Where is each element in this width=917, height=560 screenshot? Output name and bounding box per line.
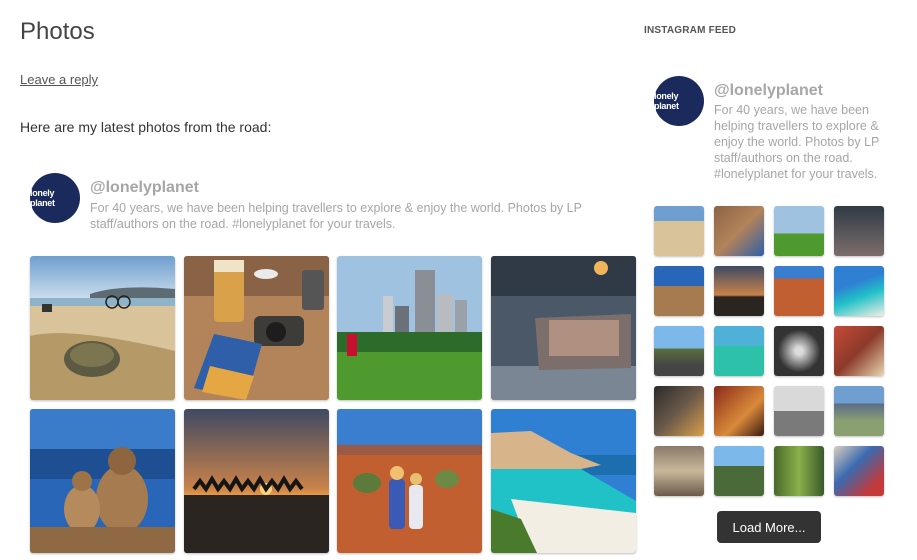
guidebook-photo <box>184 256 329 400</box>
photo-tile[interactable] <box>30 409 175 553</box>
thumb[interactable] <box>654 386 704 436</box>
photo-tile[interactable] <box>30 256 175 400</box>
photo-tile[interactable] <box>184 409 329 553</box>
post-intro: Here are my latest photos from the road: <box>20 119 272 135</box>
thumb[interactable] <box>714 386 764 436</box>
thumb[interactable] <box>774 326 824 376</box>
thumb[interactable] <box>834 326 884 376</box>
thumb[interactable] <box>774 446 824 496</box>
thumb[interactable] <box>834 206 884 256</box>
thumb[interactable] <box>654 326 704 376</box>
avatar-logo-text: lonely planet <box>30 188 55 208</box>
thumb[interactable] <box>654 266 704 316</box>
thumb[interactable] <box>714 326 764 376</box>
photo-tile[interactable] <box>337 256 482 400</box>
sidebar-bio: For 40 years, we have been helping trave… <box>714 103 880 181</box>
avatar-logo-text: lonely planet <box>654 91 679 111</box>
page-title: Photos <box>20 18 95 45</box>
outback-photo <box>337 409 482 553</box>
leave-reply-link[interactable]: Leave a reply <box>20 72 98 87</box>
photo-tile[interactable] <box>337 409 482 553</box>
load-more-button[interactable]: Load More... <box>717 511 821 543</box>
photo-tile[interactable] <box>491 409 636 553</box>
thumb[interactable] <box>714 446 764 496</box>
thumb[interactable] <box>834 446 884 496</box>
thumb[interactable] <box>834 266 884 316</box>
avatar[interactable]: lonely planet <box>30 173 80 223</box>
sidebar-avatar[interactable]: lonely planet <box>654 76 704 126</box>
widget-title: INSTAGRAM FEED <box>644 25 737 36</box>
photo-tile[interactable] <box>491 256 636 400</box>
feed-handle[interactable]: @lonelyplanet <box>90 179 199 197</box>
instagram-feed-header: lonely planet @lonelyplanet For 40 years… <box>30 173 636 233</box>
camels-sunset-photo <box>184 409 329 553</box>
thumb[interactable] <box>774 386 824 436</box>
thumb[interactable] <box>774 266 824 316</box>
thumb[interactable] <box>654 206 704 256</box>
coastline-photo <box>491 409 636 553</box>
thumb[interactable] <box>714 266 764 316</box>
thumb[interactable] <box>654 446 704 496</box>
beach-photo <box>30 256 175 400</box>
monkeys-photo <box>30 409 175 553</box>
thumb[interactable] <box>714 206 764 256</box>
london-guidebook-photo <box>491 256 636 400</box>
photo-tile[interactable] <box>184 256 329 400</box>
sidebar-handle[interactable]: @lonelyplanet <box>714 82 823 100</box>
thumb[interactable] <box>774 206 824 256</box>
thumb[interactable] <box>834 386 884 436</box>
feed-bio: For 40 years, we have been helping trave… <box>90 201 582 231</box>
city-park-photo <box>337 256 482 400</box>
